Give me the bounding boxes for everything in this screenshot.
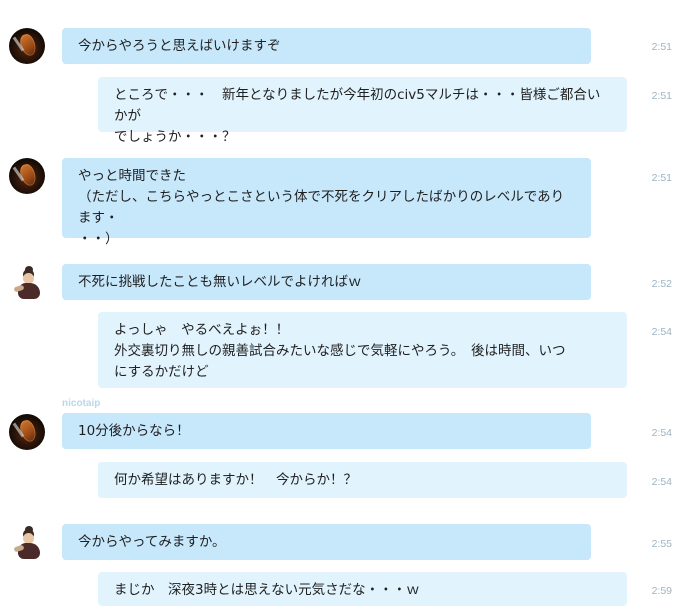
- message-bubble[interactable]: まじか 深夜3時とは思えない元気さだな・・・ｗ: [98, 572, 627, 606]
- message-group: まじか 深夜3時とは思えない元気さだな・・・ｗ 2:59: [0, 0, 689, 609]
- timestamp: 2:59: [651, 585, 672, 597]
- chat-conversation: 今からやろうと思えばいけますぞ 2:51 ところで・・・ 新年となりましたが今年…: [0, 0, 689, 609]
